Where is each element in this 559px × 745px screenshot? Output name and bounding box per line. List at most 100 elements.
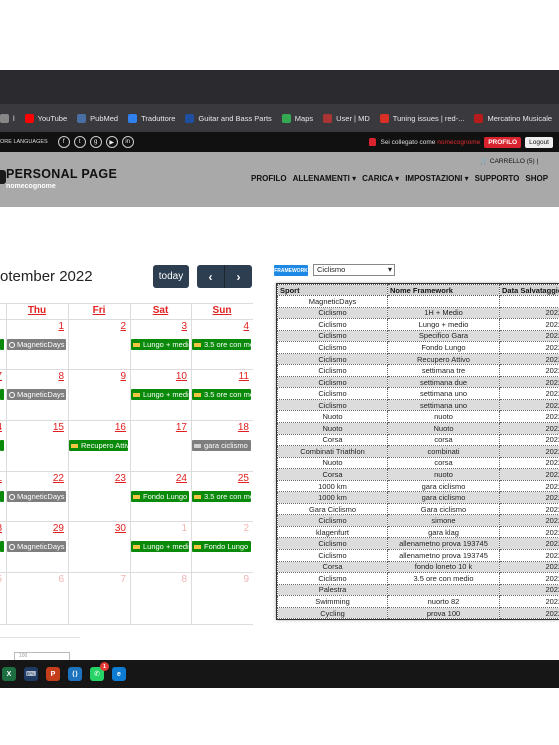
social-icon[interactable]: g [89, 136, 102, 148]
calendar-event[interactable]: Lungo + medio [131, 339, 189, 350]
bookmark-item[interactable]: YouTube [24, 113, 67, 123]
table-row[interactable]: CiclismoLungo + medio2022-07 [277, 318, 559, 331]
bookmark-item[interactable]: User | MD [323, 113, 370, 123]
bookmark-item[interactable]: Traduttore [128, 113, 175, 123]
day-number[interactable]: 6 [0, 574, 64, 585]
day-number[interactable]: 25 [181, 473, 249, 484]
day-number[interactable]: 9 [58, 371, 126, 382]
table-row[interactable]: Nuotonuoto2022-07 [277, 410, 559, 423]
nav-item[interactable]: IMPOSTAZIONI ▾ [405, 174, 468, 183]
day-number[interactable]: 2 [58, 321, 126, 332]
day-number[interactable]: 2 [181, 523, 249, 534]
day-number[interactable]: 17 [120, 422, 187, 433]
column-header[interactable]: Sport [277, 284, 388, 296]
bookmark-item[interactable]: PubMed [77, 113, 118, 123]
whatsapp-icon[interactable]: ✆ 1 [90, 662, 109, 681]
powerpoint-icon[interactable]: P [46, 667, 60, 681]
day-number[interactable]: 22 [0, 473, 64, 484]
vscode-icon[interactable]: ⟨⟩ [68, 667, 82, 681]
calendar-event[interactable]: MagneticDays [7, 491, 66, 502]
day-number[interactable]: 9 [181, 574, 249, 585]
social-icon[interactable]: f [57, 136, 70, 148]
bookmark-item[interactable]: Guitar and Bass Parts [185, 113, 272, 123]
day-number[interactable]: 1 [0, 321, 64, 332]
table-row[interactable]: CiclismoSpecifico Gara2022-07 [277, 329, 559, 343]
table-row[interactable]: Corsanuoto2022-07 [277, 468, 559, 481]
calendar-event[interactable]: 3.5 ore con medio [192, 339, 251, 350]
day-number[interactable]: 8 [0, 371, 64, 382]
today-button[interactable]: today [153, 265, 189, 288]
social-icon[interactable]: t [73, 136, 86, 148]
day-number[interactable]: 15 [0, 422, 64, 433]
calendar-event[interactable]: Lungo + medio [131, 541, 189, 552]
social-icon[interactable]: ▶ [105, 136, 118, 148]
column-header[interactable]: Nome Framework [387, 284, 500, 296]
calendar-event[interactable]: Fondo Lungo [131, 491, 189, 502]
table-row[interactable]: MagneticDays [277, 295, 559, 308]
brand-title[interactable]: PERSONAL PAGE [6, 167, 117, 181]
column-header[interactable]: Data Salvataggio [499, 284, 559, 296]
day-number[interactable]: 30 [58, 523, 126, 534]
table-row[interactable]: CiclismoRecupero Attivo2022-07 [277, 352, 559, 366]
day-number[interactable]: 23 [58, 473, 126, 484]
bookmark-item[interactable]: Maps [281, 113, 313, 123]
calendar-event[interactable]: MagneticDays [7, 389, 66, 400]
table-row[interactable]: Gara CiclismoGara ciclismo2022-07 [277, 502, 559, 516]
calendar-event[interactable]: 3.5 ore con medio [192, 389, 251, 400]
excel-icon[interactable]: X [2, 667, 16, 681]
day-number[interactable]: 4 [181, 321, 249, 332]
calendar-event[interactable]: MagneticDays [7, 339, 66, 350]
table-row[interactable]: klagenfurtgara klag2022-07 [277, 525, 559, 539]
calendar-event-partial[interactable] [0, 541, 4, 552]
nav-item[interactable]: PROFILO [251, 174, 287, 183]
bookmark-item[interactable]: Mercatino Musicale [474, 113, 552, 123]
calendar-event[interactable]: MagneticDays [7, 541, 66, 552]
day-number[interactable]: 1 [120, 523, 187, 534]
table-row[interactable]: 1000 kmgara ciclismo2022-07 [277, 479, 559, 493]
table-row[interactable]: Cyclingprova 1002022-07 [277, 606, 559, 619]
table-row[interactable]: Palestra 2022-07 [277, 583, 559, 597]
day-number[interactable]: 29 [0, 523, 64, 534]
logout-button[interactable]: Logout [525, 136, 553, 148]
day-number[interactable]: 24 [120, 473, 187, 484]
table-row[interactable]: Nuotocorsa2022-07 [277, 456, 559, 470]
table-row[interactable]: Ciclismo1H + Medio2022-07 [277, 306, 559, 320]
calendar-event[interactable]: gara ciclismo [192, 440, 251, 451]
bookmark-item[interactable]: Tuning issues | red-... [379, 113, 464, 123]
day-number[interactable]: 16 [58, 422, 126, 433]
table-row[interactable]: Combinati Triathloncombinati2022-07 [277, 445, 559, 458]
table-row[interactable]: CiclismoFondo Lungo2022-07 [277, 341, 559, 354]
table-row[interactable]: Corsacorsa2022-07 [277, 433, 559, 447]
day-number[interactable]: 3 [120, 321, 187, 332]
nav-item[interactable]: CARICA ▾ [362, 174, 399, 183]
framework-select[interactable]: Ciclismo [313, 264, 395, 276]
day-number[interactable]: 7 [58, 574, 126, 585]
table-row[interactable]: Swimmingnuorto 822022-07 [277, 595, 559, 608]
table-row[interactable]: Ciclismo3.5 ore con medio2022-07 [277, 572, 559, 585]
calendar-event-partial[interactable] [0, 440, 4, 451]
table-row[interactable]: Ciclismoallenametno prova 1937452022-07 [277, 549, 559, 562]
calendar-event[interactable]: 3.5 ore con medio [192, 491, 251, 502]
languages-link[interactable]: ORE LANGUAGES [0, 139, 48, 145]
day-number[interactable]: 10 [120, 371, 187, 382]
calendar-event[interactable]: Lungo + medio [131, 389, 189, 400]
calendar-event[interactable]: Recupero Attivo [69, 440, 128, 451]
prev-month-button[interactable]: ‹ [197, 265, 225, 288]
nav-item[interactable]: ALLENAMENTI ▾ [293, 174, 357, 183]
calendar-event[interactable]: Fondo Lungo [192, 541, 251, 552]
social-icon[interactable]: in [121, 136, 134, 148]
bookmark-item[interactable]: l [0, 113, 15, 123]
calendar-event-partial[interactable] [0, 339, 4, 350]
app-icon[interactable]: ⌨ [24, 667, 38, 681]
next-month-button[interactable]: › [225, 265, 252, 288]
cart-link[interactable]: 🛒 CARRELLO (5) | [480, 157, 538, 165]
bottom-input[interactable]: 100 [14, 652, 70, 660]
table-row[interactable]: Ciclismosettimana due2022-07 [277, 375, 559, 389]
profilo-button[interactable]: PROFILO [484, 136, 522, 148]
day-number[interactable]: 8 [120, 574, 187, 585]
nav-item[interactable]: SUPPORTO [475, 174, 520, 183]
day-number[interactable]: 18 [181, 422, 249, 433]
calendar-event-partial[interactable] [0, 389, 4, 400]
table-row[interactable]: Ciclismosettimana uno2022-07 [277, 398, 559, 412]
table-row[interactable]: Ciclismosettimana tre2022-07 [277, 364, 559, 377]
